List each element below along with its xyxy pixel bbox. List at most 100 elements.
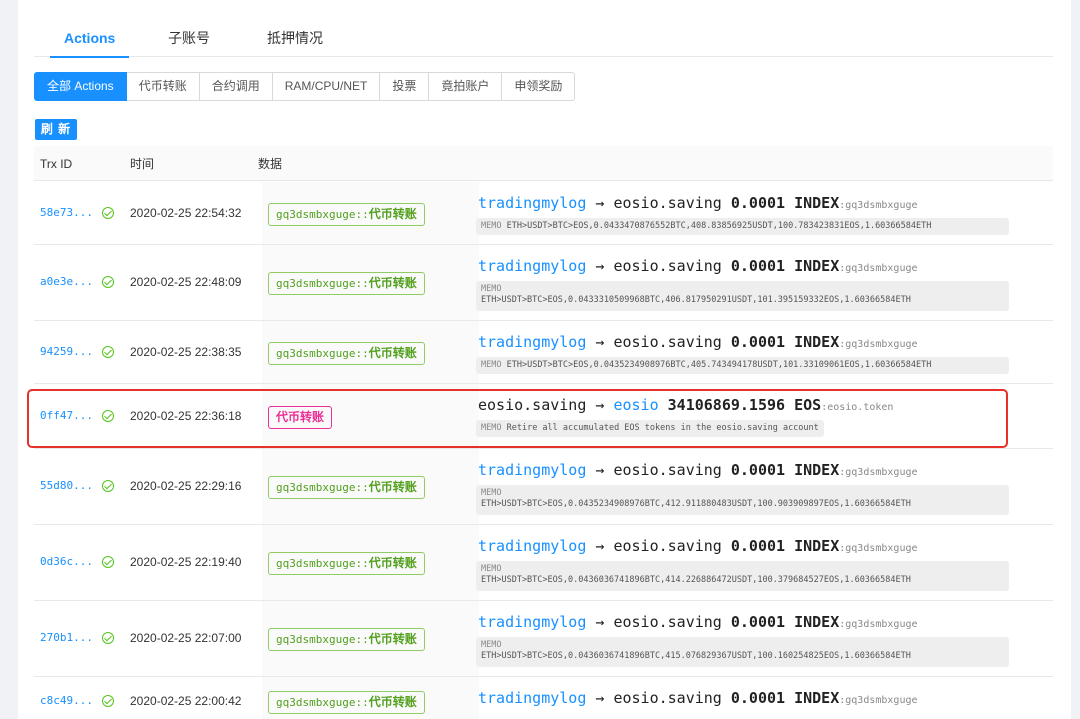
action-separator: ::: [355, 633, 369, 646]
to-account: eosio.saving: [613, 257, 722, 275]
actions-panel: Actions 子账号 抵押情况 全部 Actions 代币转账 合约调用 RA…: [18, 0, 1071, 719]
memo-text: ETH>USDT>BTC>EOS,0.0436036741896BTC,415.…: [481, 651, 911, 661]
trx-id-link[interactable]: 0d36c...: [40, 555, 93, 568]
filter-contract-call[interactable]: 合约调用: [199, 72, 273, 101]
token-symbol: INDEX: [794, 537, 840, 555]
transfer-amount: 0.0001: [730, 613, 786, 631]
header-time: 时间: [130, 157, 155, 171]
token-contract: :gq3dsmbxguge: [839, 619, 918, 630]
token-symbol: INDEX: [794, 689, 840, 707]
table-row: 94259... 2020-02-25 22:38:35 gq3dsmbxguge:…: [34, 321, 1053, 384]
header-data: 数据: [258, 157, 283, 171]
arrow-icon: →: [595, 689, 605, 707]
from-account[interactable]: tradingmylog: [478, 537, 586, 555]
token-symbol: INDEX: [794, 257, 840, 275]
memo-text: ETH>USDT>BTC>EOS,0.0433310509968BTC,406.…: [481, 295, 911, 305]
transfer-summary: tradingmylog → eosio.saving 0.0001 INDEX…: [478, 461, 918, 479]
from-account[interactable]: tradingmylog: [478, 613, 586, 631]
action-account: gq3dsmbxguge: [276, 208, 356, 221]
action-type-badge: gq3dsmbxguge::代币转账: [268, 272, 425, 295]
action-account: gq3dsmbxguge: [276, 277, 356, 290]
from-account[interactable]: tradingmylog: [478, 461, 586, 479]
transfer-amount: 0.0001: [730, 689, 786, 707]
table-row: a0e3e... 2020-02-25 22:48:09 gq3dsmbxguge:…: [34, 245, 1053, 321]
token-symbol: INDEX: [794, 461, 840, 479]
trx-time: 2020-02-25 22:38:35: [130, 345, 242, 359]
transfer-summary: tradingmylog → eosio.saving 0.0001 INDEX…: [478, 613, 918, 631]
action-type-badge: gq3dsmbxguge::代币转账: [268, 628, 425, 651]
token-contract: :gq3dsmbxguge: [839, 339, 918, 350]
to-account: eosio.saving: [613, 689, 722, 707]
action-separator: ::: [355, 481, 369, 494]
action-separator: ::: [355, 277, 369, 290]
from-account[interactable]: tradingmylog: [478, 194, 586, 212]
memo-box: MEMO ETH>USDT>BTC>EOS,0.0435234908976BTC,…: [476, 485, 1009, 515]
action-name: 代币转账: [368, 695, 417, 709]
filter-all-actions[interactable]: 全部 Actions: [34, 72, 127, 101]
memo-label: MEMO: [481, 360, 502, 370]
action-name: 代币转账: [368, 276, 417, 290]
filter-resources[interactable]: RAM/CPU/NET: [272, 72, 381, 101]
confirmed-check-icon: [102, 346, 114, 358]
memo-label: MEMO: [481, 640, 502, 650]
token-contract: :gq3dsmbxguge: [839, 467, 918, 478]
filter-bid-name[interactable]: 竟拍账户: [429, 72, 503, 101]
transfer-amount: 0.0001: [730, 461, 786, 479]
action-account: gq3dsmbxguge: [276, 557, 356, 570]
trx-id-link[interactable]: a0e3e...: [40, 275, 93, 288]
to-account: eosio.saving: [613, 461, 722, 479]
memo-text: ETH>USDT>BTC>EOS,0.0435234908976BTC,405.…: [506, 360, 932, 370]
action-name: 代币转账: [368, 207, 417, 221]
trx-id-link[interactable]: 94259...: [40, 345, 93, 358]
trx-id-link[interactable]: 270b1...: [40, 631, 93, 644]
trx-time: 2020-02-25 22:54:32: [130, 206, 242, 220]
action-name: 代币转账: [368, 480, 417, 494]
memo-label: MEMO: [481, 488, 502, 498]
from-account[interactable]: tradingmylog: [478, 689, 586, 707]
filter-vote[interactable]: 投票: [380, 72, 430, 101]
trx-time: 2020-02-25 22:48:09: [130, 275, 242, 289]
transfer-summary: tradingmylog → eosio.saving 0.0001 INDEX…: [478, 194, 918, 212]
memo-label: MEMO: [481, 284, 502, 294]
arrow-icon: →: [595, 613, 605, 631]
from-account[interactable]: tradingmylog: [478, 257, 586, 275]
arrow-icon: →: [595, 537, 605, 555]
tab-sub-accounts[interactable]: 子账号: [168, 0, 210, 57]
memo-box: MEMO ETH>USDT>BTC>EOS,0.0435234908976BTC…: [476, 357, 1009, 374]
action-type-badge: gq3dsmbxguge::代币转账: [268, 342, 425, 365]
from-account[interactable]: tradingmylog: [478, 333, 586, 351]
tab-staking[interactable]: 抵押情况: [267, 0, 323, 57]
tab-actions[interactable]: Actions: [49, 0, 130, 58]
to-account: eosio.saving: [613, 333, 722, 351]
action-type-badge: gq3dsmbxguge::代币转账: [268, 203, 425, 226]
filter-claim-rewards[interactable]: 申领奖励: [502, 72, 576, 101]
transfer-summary: tradingmylog → eosio.saving 0.0001 INDEX…: [478, 333, 918, 351]
filter-token-transfer[interactable]: 代币转账: [126, 72, 200, 101]
transfer-summary: tradingmylog → eosio.saving 0.0001 INDEX…: [478, 257, 918, 275]
tab-bar: Actions 子账号 抵押情况: [34, 0, 1053, 58]
transfer-amount: 0.0001: [730, 257, 786, 275]
trx-id-link[interactable]: 55d80...: [40, 479, 93, 492]
table-row: c8c49... 2020-02-25 22:00:42 gq3dsmbxguge:…: [34, 677, 1053, 719]
memo-text: ETH>USDT>BTC>EOS,0.0436036741896BTC,414.…: [481, 575, 911, 585]
arrow-icon: →: [595, 461, 605, 479]
refresh-button[interactable]: 刷 新: [35, 119, 77, 140]
trx-time: 2020-02-25 22:07:00: [130, 631, 242, 645]
memo-text: ETH>USDT>BTC>EOS,0.0435234908976BTC,412.…: [481, 499, 911, 509]
to-account: eosio.saving: [613, 194, 722, 212]
action-type-badge: gq3dsmbxguge::代币转账: [268, 476, 425, 499]
confirmed-check-icon: [102, 632, 114, 644]
transfer-amount: 0.0001: [730, 194, 786, 212]
token-contract: :gq3dsmbxguge: [839, 695, 918, 706]
transfer-summary: tradingmylog → eosio.saving 0.0001 INDEX…: [478, 537, 918, 555]
header-trx-id: Trx ID: [40, 157, 73, 171]
confirmed-check-icon: [102, 480, 114, 492]
trx-id-link[interactable]: c8c49...: [40, 694, 93, 707]
confirmed-check-icon: [102, 695, 114, 707]
table-row: 270b1... 2020-02-25 22:07:00 gq3dsmbxguge:…: [34, 601, 1053, 677]
action-separator: ::: [355, 208, 369, 221]
action-name: 代币转账: [368, 346, 417, 360]
trx-time: 2020-02-25 22:29:16: [130, 479, 242, 493]
table-row: 55d80... 2020-02-25 22:29:16 gq3dsmbxguge:…: [34, 449, 1053, 525]
trx-id-link[interactable]: 58e73...: [40, 206, 93, 219]
